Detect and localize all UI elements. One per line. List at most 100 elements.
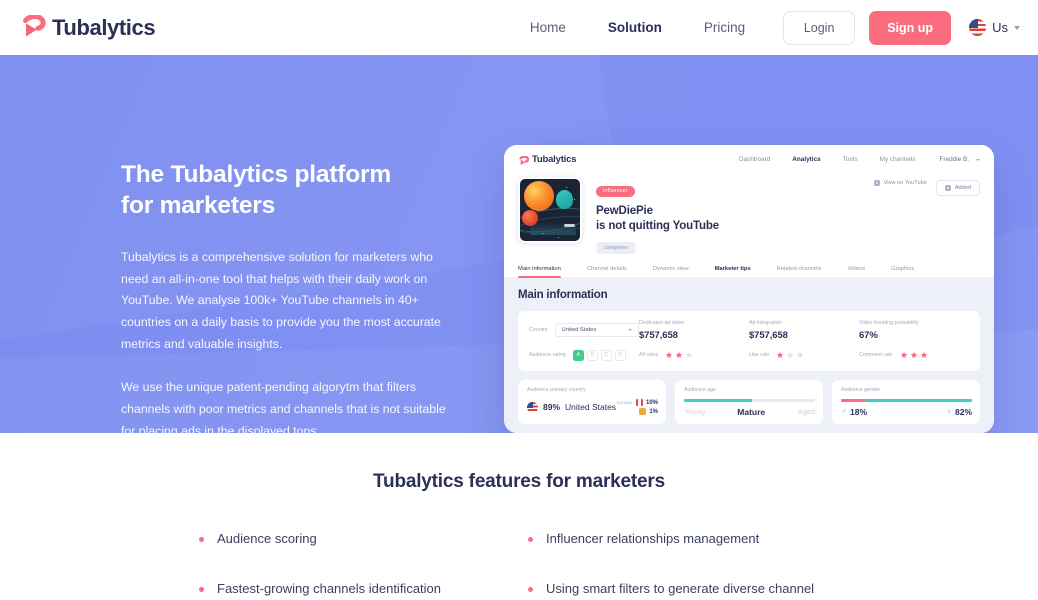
dashboard-user-menu[interactable]: Freddie B. xyxy=(940,156,980,163)
dashboard-nav: Tubalytics Dashboard Analytics Tools My … xyxy=(518,154,980,166)
signup-button[interactable]: Sign up xyxy=(869,10,952,45)
dashboard-user-name: Freddie B. xyxy=(939,156,969,163)
channel-thumbnail xyxy=(518,177,582,243)
tab-graphics[interactable]: Graphics xyxy=(891,266,914,277)
login-button[interactable]: Login xyxy=(783,10,856,45)
chevron-down-icon xyxy=(976,158,980,161)
chevron-down-icon xyxy=(628,329,632,332)
metric-dedicated-ad-video: Dedicated ad video $757,658 xyxy=(639,320,749,341)
bullet-dot-icon xyxy=(528,586,533,592)
metrics-card: Country United States Dedicated ad video… xyxy=(518,310,980,371)
feature-label: Audience scoring xyxy=(217,531,317,546)
audience-gender-label: Audience gender xyxy=(841,386,881,393)
bullet-dot-icon xyxy=(528,537,533,542)
primary-country-name: United States xyxy=(565,402,617,413)
audience-gender-values: ♂ 18% ♀ 82% xyxy=(841,407,972,417)
feature-item: Influencer relationships management xyxy=(528,531,839,548)
channel-summary: influencer PewDiePie is not quitting You… xyxy=(504,165,994,254)
features-list: Audience scoring Influencer relationship… xyxy=(199,531,839,600)
feature-item: Using smart filters to generate diverse … xyxy=(528,581,839,600)
us-flag-icon-small xyxy=(527,401,538,413)
grade-c[interactable]: C xyxy=(600,349,612,361)
tubalytics-play-logo-icon xyxy=(20,13,50,41)
country-select[interactable]: United States xyxy=(554,323,639,338)
influencer-badge: influencer xyxy=(596,185,635,197)
gender-bar-female-fill xyxy=(864,399,972,402)
dashboard-nav-links: Dashboard Analytics Tools My channels xyxy=(739,156,916,163)
age-option-young[interactable]: Young xyxy=(684,407,705,416)
audience-age-card: Audience age Young Mature Aged xyxy=(675,379,823,424)
audience-age-options: Young Mature Aged xyxy=(684,407,815,417)
hero-title: The Tubalytics platform for marketers xyxy=(121,161,391,220)
hero-paragraph-2: We use the unique patent-pending algoryt… xyxy=(121,380,446,433)
dashboard-content: Main information Country United States D… xyxy=(504,277,994,433)
metrics-row-values: Country United States Dedicated ad video… xyxy=(529,320,969,341)
gender-female: ♀ 82% xyxy=(946,407,972,417)
age-option-mature[interactable]: Mature xyxy=(737,407,765,417)
added-button[interactable]: Added xyxy=(935,180,980,196)
dashboard-tabs: Main information Channel details Dynamic… xyxy=(504,266,994,278)
nav-link-home[interactable]: Home xyxy=(530,20,566,35)
grade-d[interactable]: D xyxy=(614,349,626,361)
audience-age-bar-fill xyxy=(684,399,753,402)
like-rate-label: Like rate xyxy=(749,352,770,359)
male-icon: ♂ xyxy=(841,406,847,416)
view-on-youtube-label: View on YouTube xyxy=(883,180,927,186)
us-flag-icon xyxy=(969,19,987,36)
audience-age-bar xyxy=(684,399,815,402)
dashboard-nav-my-channels[interactable]: My channels xyxy=(880,156,916,163)
metric-ad-integration: Ad integration $757,658 xyxy=(749,320,859,341)
primary-country-percent: 89% xyxy=(543,402,561,413)
tab-videos[interactable]: Videos xyxy=(847,266,865,277)
gender-male: ♂ 18% xyxy=(841,407,867,417)
female-icon: ♀ xyxy=(945,406,952,416)
view-on-youtube-button[interactable]: View on YouTube xyxy=(873,180,927,186)
video-trending-value: 67% xyxy=(859,329,878,341)
main-nav-links: Home Solution Pricing xyxy=(530,20,745,35)
feature-label: Influencer relationships management xyxy=(546,531,760,546)
grade-b[interactable]: B xyxy=(586,349,598,361)
video-trending-label: Video trending probability xyxy=(859,319,919,326)
feature-item: Audience scoring xyxy=(199,531,510,548)
nav-actions: Login Sign up Us xyxy=(783,10,1020,45)
youtube-play-icon xyxy=(873,180,880,186)
hero-section: The Tubalytics platform for marketers Tu… xyxy=(0,55,1038,433)
channel-info: influencer PewDiePie is not quitting You… xyxy=(596,177,860,254)
audience-primary-country-card: Audience primary country 89% United Stat… xyxy=(518,379,666,424)
comment-rate-stars xyxy=(900,351,928,359)
audience-gender-card: Audience gender ♂ 18% ♀ 82% xyxy=(832,379,980,424)
secondary-countries: Canada 10% 1% xyxy=(617,399,658,416)
hero-copy: The Tubalytics platform for marketers Tu… xyxy=(121,159,451,433)
nav-link-solution[interactable]: Solution xyxy=(608,20,662,35)
audience-primary-country-label: Audience primary country xyxy=(527,386,586,393)
chevron-down-icon xyxy=(1014,25,1020,30)
channel-title: PewDiePie is not quitting YouTube xyxy=(596,205,720,232)
brand-logo-text: Tubalytics xyxy=(52,14,156,40)
ad-integration-value: $757,658 xyxy=(749,329,788,341)
tab-related-channels[interactable]: Related channels xyxy=(777,266,822,277)
categories-badge[interactable]: categories xyxy=(596,241,636,254)
all-rates-label: All rates xyxy=(639,352,659,359)
all-rates-stars xyxy=(665,351,693,359)
tab-channel-details[interactable]: Channel details xyxy=(587,266,627,277)
sun-planet-icon xyxy=(524,181,554,211)
tab-marketer-tips[interactable]: Marketer tips xyxy=(715,266,751,277)
dashboard-brand-logo[interactable]: Tubalytics xyxy=(518,154,576,166)
brand-logo[interactable]: Tubalytics xyxy=(20,13,156,41)
like-rate-stars xyxy=(776,351,804,359)
tab-dynamic-view[interactable]: Dynamic view xyxy=(653,266,689,277)
dashboard-nav-dashboard[interactable]: Dashboard xyxy=(739,156,770,163)
added-label: Added xyxy=(954,185,971,191)
dashboard-nav-analytics[interactable]: Analytics xyxy=(792,156,820,163)
gender-bar-male-fill xyxy=(841,399,865,402)
locale-selector[interactable]: Us xyxy=(969,19,1020,36)
main-information-heading: Main information xyxy=(518,288,608,301)
tab-main-information[interactable]: Main information xyxy=(518,266,561,278)
locale-label: Us xyxy=(992,20,1008,35)
rocket-icon xyxy=(564,224,575,227)
grade-a[interactable]: A xyxy=(572,349,584,361)
dashboard-nav-tools[interactable]: Tools xyxy=(843,156,858,163)
age-option-aged[interactable]: Aged xyxy=(797,407,815,416)
nav-link-pricing[interactable]: Pricing xyxy=(704,20,745,35)
comment-rate-label: Comment rate xyxy=(859,352,893,359)
